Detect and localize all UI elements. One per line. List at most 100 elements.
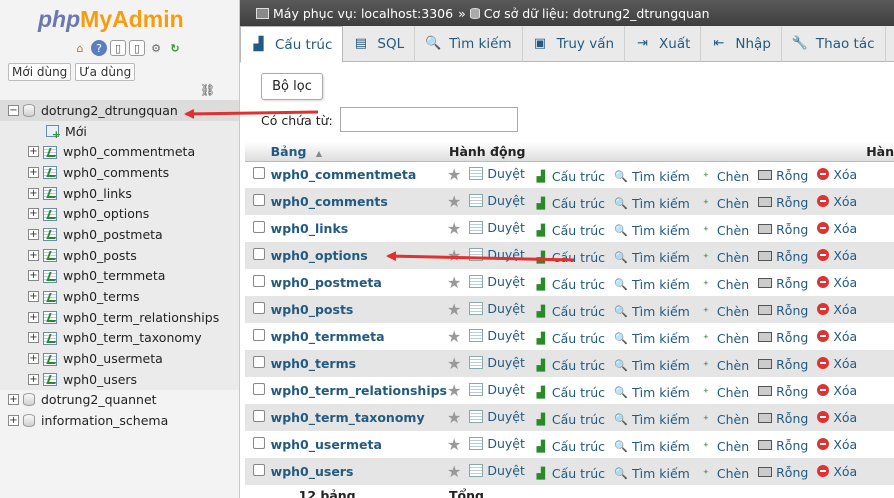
structure-link[interactable]: ▟ Cấu trúc bbox=[534, 250, 605, 265]
drop-link[interactable]: Xóa bbox=[817, 410, 857, 425]
search-link[interactable]: 🔍 Tìm kiếm bbox=[614, 196, 690, 211]
structure-link[interactable]: ▟ Cấu trúc bbox=[534, 412, 605, 427]
collapse-icon[interactable]: − bbox=[8, 104, 19, 116]
breadcrumb-server[interactable]: Máy phục vụ: localhost:3306 bbox=[273, 6, 453, 21]
favorite-star-icon[interactable]: ★ bbox=[447, 408, 461, 427]
tree-table-label[interactable]: wph0_postmeta bbox=[63, 227, 163, 242]
tree-table-item[interactable]: + wph0_options bbox=[0, 203, 239, 225]
favorite-star-icon[interactable]: ★ bbox=[447, 192, 461, 211]
tree-table-item[interactable]: + wph0_termmeta bbox=[0, 265, 239, 287]
tree-db-item[interactable]: + information_schema bbox=[0, 410, 239, 431]
recent-button[interactable]: Mới dùng bbox=[8, 63, 72, 81]
search-link[interactable]: 🔍 Tìm kiếm bbox=[614, 250, 690, 265]
sql-doc-icon[interactable]: ▯ bbox=[129, 40, 145, 56]
empty-link[interactable]: Rỗng bbox=[758, 384, 808, 399]
tree-db-label[interactable]: dotrung2_quannet bbox=[41, 392, 157, 407]
table-name-link[interactable]: wph0_postmeta bbox=[271, 275, 382, 290]
tree-table-label[interactable]: wph0_commentmeta bbox=[63, 144, 195, 159]
expand-icon[interactable]: + bbox=[28, 146, 39, 158]
browse-link[interactable]: Duyệt bbox=[469, 247, 525, 262]
browse-link[interactable]: Duyệt bbox=[469, 274, 525, 289]
tree-table-label[interactable]: wph0_posts bbox=[63, 248, 137, 263]
empty-link[interactable]: Rỗng bbox=[758, 303, 808, 318]
structure-link[interactable]: ▟ Cấu trúc bbox=[534, 169, 605, 184]
insert-link[interactable]: ⁺ Chèn bbox=[699, 412, 749, 427]
structure-link[interactable]: ▟ Cấu trúc bbox=[534, 277, 605, 292]
expand-icon[interactable]: + bbox=[8, 394, 19, 406]
row-checkbox[interactable] bbox=[253, 248, 265, 260]
row-checkbox[interactable] bbox=[253, 275, 265, 287]
browse-link[interactable]: Duyệt bbox=[469, 166, 525, 181]
expand-icon[interactable]: + bbox=[8, 415, 19, 427]
tree-table-label[interactable]: wph0_comments bbox=[63, 165, 169, 180]
favorite-star-icon[interactable]: ★ bbox=[447, 327, 461, 346]
phpmyadmin-logo[interactable]: phpMyAdmin bbox=[38, 6, 184, 33]
expand-icon[interactable]: + bbox=[28, 311, 39, 323]
drop-link[interactable]: Xóa bbox=[817, 329, 857, 344]
table-name-link[interactable]: wph0_termmeta bbox=[271, 329, 385, 344]
row-checkbox[interactable] bbox=[253, 410, 265, 422]
row-checkbox[interactable] bbox=[253, 194, 265, 206]
search-link[interactable]: 🔍 Tìm kiếm bbox=[614, 304, 690, 319]
empty-link[interactable]: Rỗng bbox=[758, 168, 808, 183]
expand-icon[interactable]: + bbox=[28, 166, 39, 178]
drop-link[interactable]: Xóa bbox=[817, 383, 857, 398]
tree-table-item[interactable]: + wph0_posts bbox=[0, 244, 239, 266]
expand-icon[interactable]: + bbox=[28, 208, 39, 220]
drop-link[interactable]: Xóa bbox=[817, 356, 857, 371]
tab-operations[interactable]: 🔧 Thao tác bbox=[782, 26, 886, 62]
tree-table-label[interactable]: wph0_users bbox=[63, 372, 137, 387]
row-checkbox[interactable] bbox=[253, 437, 265, 449]
insert-link[interactable]: ⁺ Chèn bbox=[699, 439, 749, 454]
expand-icon[interactable]: + bbox=[28, 291, 39, 303]
tree-table-item[interactable]: + wph0_term_taxonomy bbox=[0, 327, 239, 349]
table-name-link[interactable]: wph0_usermeta bbox=[271, 437, 382, 452]
tab-import[interactable]: ⇤ Nhập bbox=[701, 26, 782, 62]
expand-icon[interactable]: + bbox=[28, 332, 39, 344]
table-name-link[interactable]: wph0_comments bbox=[271, 194, 388, 209]
favorite-star-icon[interactable]: ★ bbox=[447, 219, 461, 238]
structure-link[interactable]: ▟ Cấu trúc bbox=[534, 439, 605, 454]
row-checkbox[interactable] bbox=[253, 356, 265, 368]
structure-link[interactable]: ▟ Cấu trúc bbox=[534, 331, 605, 346]
search-link[interactable]: 🔍 Tìm kiếm bbox=[614, 439, 690, 454]
table-name-link[interactable]: wph0_terms bbox=[271, 356, 356, 371]
table-name-link[interactable]: wph0_posts bbox=[271, 302, 354, 317]
tree-table-item[interactable]: + wph0_links bbox=[0, 182, 239, 204]
structure-link[interactable]: ▟ Cấu trúc bbox=[534, 196, 605, 211]
link-icon[interactable]: ⛓ bbox=[200, 83, 215, 97]
tree-table-label[interactable]: wph0_links bbox=[63, 186, 132, 201]
search-link[interactable]: 🔍 Tìm kiếm bbox=[614, 412, 690, 427]
expand-icon[interactable]: + bbox=[28, 228, 39, 240]
header-table[interactable]: Bảng bbox=[271, 144, 307, 159]
table-name-link[interactable]: wph0_term_taxonomy bbox=[271, 410, 425, 425]
drop-link[interactable]: Xóa bbox=[817, 248, 857, 263]
favorite-star-icon[interactable]: ★ bbox=[447, 246, 461, 265]
expand-icon[interactable]: + bbox=[28, 249, 39, 261]
tree-db-label[interactable]: information_schema bbox=[41, 413, 168, 428]
structure-link[interactable]: ▟ Cấu trúc bbox=[534, 466, 605, 481]
header-table-col[interactable]: Bảng ▲ bbox=[266, 142, 447, 162]
favorite-star-icon[interactable]: ★ bbox=[447, 462, 461, 481]
search-link[interactable]: 🔍 Tìm kiếm bbox=[614, 466, 690, 481]
tab-structure[interactable]: ▟ Cấu trúc bbox=[240, 26, 344, 63]
empty-link[interactable]: Rỗng bbox=[758, 465, 808, 480]
favorite-star-icon[interactable]: ★ bbox=[447, 300, 461, 319]
empty-link[interactable]: Rỗng bbox=[758, 249, 808, 264]
home-icon[interactable]: ⌂ bbox=[72, 40, 88, 56]
expand-icon[interactable]: + bbox=[28, 373, 39, 385]
search-link[interactable]: 🔍 Tìm kiếm bbox=[614, 277, 690, 292]
tree-table-item[interactable]: + wph0_postmeta bbox=[0, 224, 239, 245]
tab-sql[interactable]: ▤ SQL bbox=[343, 26, 416, 62]
row-checkbox[interactable] bbox=[253, 302, 265, 314]
drop-link[interactable]: Xóa bbox=[817, 302, 857, 317]
tab-export[interactable]: ⇥ Xuất bbox=[625, 26, 702, 62]
insert-link[interactable]: ⁺ Chèn bbox=[699, 304, 749, 319]
browse-link[interactable]: Duyệt bbox=[469, 301, 525, 316]
insert-link[interactable]: ⁺ Chèn bbox=[699, 250, 749, 265]
tree-new-table[interactable]: Mới bbox=[0, 120, 239, 142]
drop-link[interactable]: Xóa bbox=[817, 464, 857, 479]
insert-link[interactable]: ⁺ Chèn bbox=[699, 385, 749, 400]
breadcrumb-database[interactable]: Cơ sở dữ liệu: dotrung2_dtrungquan bbox=[484, 6, 710, 21]
table-name-link[interactable]: wph0_links bbox=[271, 221, 349, 236]
